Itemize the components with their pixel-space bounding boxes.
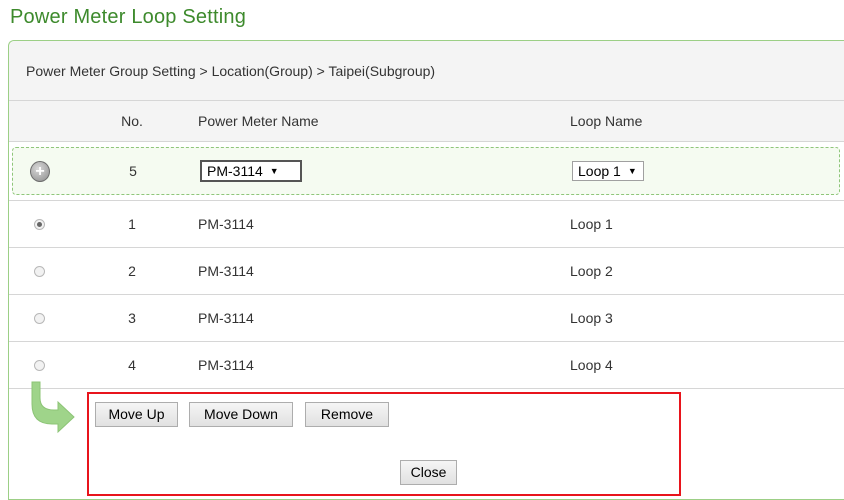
page-title: Power Meter Loop Setting <box>10 6 247 28</box>
table-row[interactable]: 2 PM-3114 Loop 2 <box>9 248 844 295</box>
row-radio-cell <box>29 201 49 247</box>
row-loop-name: Loop 1 <box>570 216 613 232</box>
loop-select-value: Loop 1 <box>578 163 621 179</box>
row-loop-name: Loop 2 <box>570 263 613 279</box>
add-cell: + <box>30 148 50 194</box>
row-no: 3 <box>128 310 136 326</box>
add-row-no: 5 <box>129 163 137 179</box>
row-no: 1 <box>128 216 136 232</box>
table-row[interactable]: 3 PM-3114 Loop 3 <box>9 295 844 342</box>
row-no: 2 <box>128 263 136 279</box>
row-loop-name: Loop 4 <box>570 357 613 373</box>
power-meter-select[interactable]: PM-3114 ▼ <box>200 160 302 182</box>
header-power-meter-name: Power Meter Name <box>198 113 319 129</box>
move-up-button[interactable]: Move Up <box>95 402 178 427</box>
green-curved-arrow-icon <box>31 381 75 434</box>
row-radio[interactable] <box>33 312 45 324</box>
row-radio-cell <box>29 248 49 294</box>
add-row: + 5 PM-3114 ▼ Loop 1 ▼ <box>9 141 844 201</box>
row-radio[interactable] <box>33 359 45 371</box>
row-radio-cell <box>29 295 49 341</box>
table-header: No. Power Meter Name Loop Name <box>9 101 844 142</box>
remove-button[interactable]: Remove <box>305 402 389 427</box>
add-row-loop-cell: Loop 1 ▼ <box>572 148 644 194</box>
row-no: 4 <box>128 357 136 373</box>
row-radio[interactable] <box>33 218 45 230</box>
power-meter-select-value: PM-3114 <box>207 163 263 179</box>
loop-select[interactable]: Loop 1 ▼ <box>572 161 644 181</box>
table-row[interactable]: 1 PM-3114 Loop 1 <box>9 201 844 248</box>
row-meter-name: PM-3114 <box>198 357 254 373</box>
add-row-meter-cell: PM-3114 ▼ <box>200 148 302 194</box>
row-meter-name: PM-3114 <box>198 310 254 326</box>
action-button-area: Move Up Move Down Remove Close <box>87 392 681 496</box>
move-down-button[interactable]: Move Down <box>189 402 293 427</box>
row-loop-name: Loop 3 <box>570 310 613 326</box>
row-radio[interactable] <box>33 265 45 277</box>
row-meter-name: PM-3114 <box>198 263 254 279</box>
breadcrumb: Power Meter Group Setting > Location(Gro… <box>9 41 844 101</box>
header-no: No. <box>121 113 143 129</box>
close-button[interactable]: Close <box>400 460 457 485</box>
header-loop-name: Loop Name <box>570 113 643 129</box>
table-row[interactable]: 4 PM-3114 Loop 4 <box>9 342 844 389</box>
add-row-box: + 5 PM-3114 ▼ Loop 1 ▼ <box>12 147 840 195</box>
plus-circle-icon[interactable]: + <box>30 160 50 182</box>
dropdown-arrow-icon: ▼ <box>269 166 279 176</box>
dropdown-arrow-icon: ▼ <box>627 166 637 176</box>
row-meter-name: PM-3114 <box>198 216 254 232</box>
